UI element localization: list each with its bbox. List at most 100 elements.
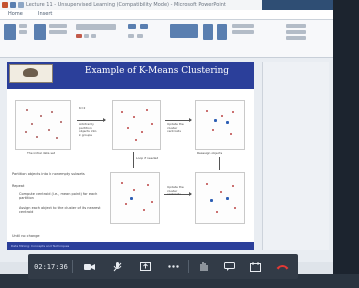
data-point — [133, 116, 135, 118]
bullets-button[interactable] — [128, 24, 136, 29]
footer-text: Data Mining: Concepts and Techniques — [11, 244, 70, 248]
centroid-point — [210, 199, 213, 202]
more-button[interactable] — [162, 254, 184, 279]
raise-hand-button[interactable] — [192, 254, 214, 279]
font-box[interactable] — [76, 24, 116, 30]
ribbon — [0, 20, 333, 58]
bullet-item: Repeat — [12, 184, 25, 188]
layout-button[interactable] — [49, 24, 67, 28]
shape-fill-button[interactable] — [232, 24, 254, 28]
data-point — [232, 111, 234, 113]
toolbar-divider — [188, 260, 189, 273]
tab-insert[interactable]: Insert — [38, 10, 52, 19]
centroid-point — [226, 121, 229, 124]
data-point — [121, 111, 123, 113]
replace-button[interactable] — [286, 30, 306, 34]
data-point — [232, 185, 234, 187]
powerpoint-app-icon — [2, 2, 8, 8]
timer-text: 02:17:36 — [34, 262, 68, 271]
k-label: K=2 — [79, 106, 86, 110]
titlebar-dark-strip — [262, 0, 333, 10]
cut-button[interactable] — [19, 24, 27, 28]
plot-partitioned — [112, 100, 161, 150]
centroid-point — [214, 119, 217, 122]
find-button[interactable] — [286, 24, 306, 28]
hangup-icon — [276, 264, 288, 269]
chat-icon — [223, 262, 235, 271]
plot-initial-data — [15, 100, 71, 150]
initial-data-label: The initial data set — [27, 151, 56, 155]
step-arrow — [77, 118, 106, 122]
loop-arrow — [133, 152, 134, 168]
bullet-item: Until no change — [12, 234, 40, 238]
data-point — [25, 131, 27, 133]
copy-button[interactable] — [19, 30, 27, 34]
reset-button[interactable] — [49, 30, 67, 34]
select-button[interactable] — [286, 36, 306, 40]
video-button[interactable] — [78, 254, 100, 279]
arrange-button[interactable] — [203, 24, 213, 40]
shared-powerpoint-window: Lecture 11 - Unsupervised Learning (Comp… — [0, 0, 333, 274]
quick-styles-button[interactable] — [217, 24, 227, 40]
slide-title: Example of K-Means Clustering — [84, 66, 230, 76]
bold-button[interactable] — [84, 34, 89, 38]
toolbar-divider — [72, 260, 73, 273]
data-point — [127, 127, 129, 129]
call-timer: 02:17:36 — [34, 254, 68, 279]
video-icon — [83, 263, 95, 270]
data-point — [216, 211, 218, 213]
data-point — [56, 137, 58, 139]
slide: Example of K-Means Clustering The initia… — [7, 62, 254, 250]
data-point — [40, 115, 42, 117]
data-point — [31, 123, 33, 125]
participants-icon — [249, 261, 261, 272]
partition-step-label: Arbitrarily partition objects into k groups — [79, 122, 97, 137]
data-point — [51, 111, 53, 113]
data-point — [220, 191, 222, 193]
mic-icon — [113, 261, 121, 271]
data-point — [221, 115, 223, 117]
tab-home[interactable]: Home — [8, 10, 23, 19]
ribbon-tabs: Home Insert — [0, 10, 333, 20]
data-point — [36, 136, 38, 138]
align-left-button[interactable] — [128, 34, 134, 38]
data-point — [151, 123, 153, 125]
call-toolbar: 02:17:36 — [28, 254, 298, 279]
undo-icon[interactable] — [18, 2, 24, 8]
numbering-button[interactable] — [140, 24, 148, 29]
data-point — [234, 207, 236, 209]
participants-button[interactable] — [244, 254, 266, 279]
more-icon — [167, 265, 179, 268]
data-point — [143, 209, 145, 211]
italic-button[interactable] — [91, 34, 96, 38]
center-button[interactable] — [137, 34, 143, 38]
new-slide-button[interactable] — [34, 24, 46, 40]
data-point — [125, 203, 127, 205]
plot-reassigned — [110, 172, 160, 224]
step-arrow — [165, 118, 192, 122]
data-point — [141, 131, 143, 133]
chat-button[interactable] — [218, 254, 240, 279]
bullet-item: Compute centroid (i.e., mean point) for … — [19, 192, 98, 200]
shape-outline-button[interactable] — [232, 30, 254, 34]
raise-hand-icon — [200, 262, 207, 271]
data-point — [26, 109, 28, 111]
share-icon — [139, 262, 151, 271]
data-point — [206, 110, 208, 112]
mic-button[interactable] — [106, 254, 128, 279]
paste-button[interactable] — [4, 24, 16, 40]
plot-centroids — [195, 100, 245, 150]
data-point — [147, 184, 149, 186]
loop-needed-label: Loop if needed — [136, 156, 159, 160]
window-titlebar: Lecture 11 - Unsupervised Learning (Comp… — [0, 0, 333, 10]
centroid-point — [226, 197, 229, 200]
down-arrow — [219, 157, 220, 170]
data-point — [60, 121, 62, 123]
font-color-icon[interactable] — [76, 34, 82, 38]
save-icon[interactable] — [10, 2, 16, 8]
data-point — [230, 133, 232, 135]
share-button[interactable] — [134, 254, 156, 279]
hangup-button[interactable] — [270, 254, 294, 279]
data-point — [212, 129, 214, 131]
shapes-gallery[interactable] — [170, 24, 198, 38]
